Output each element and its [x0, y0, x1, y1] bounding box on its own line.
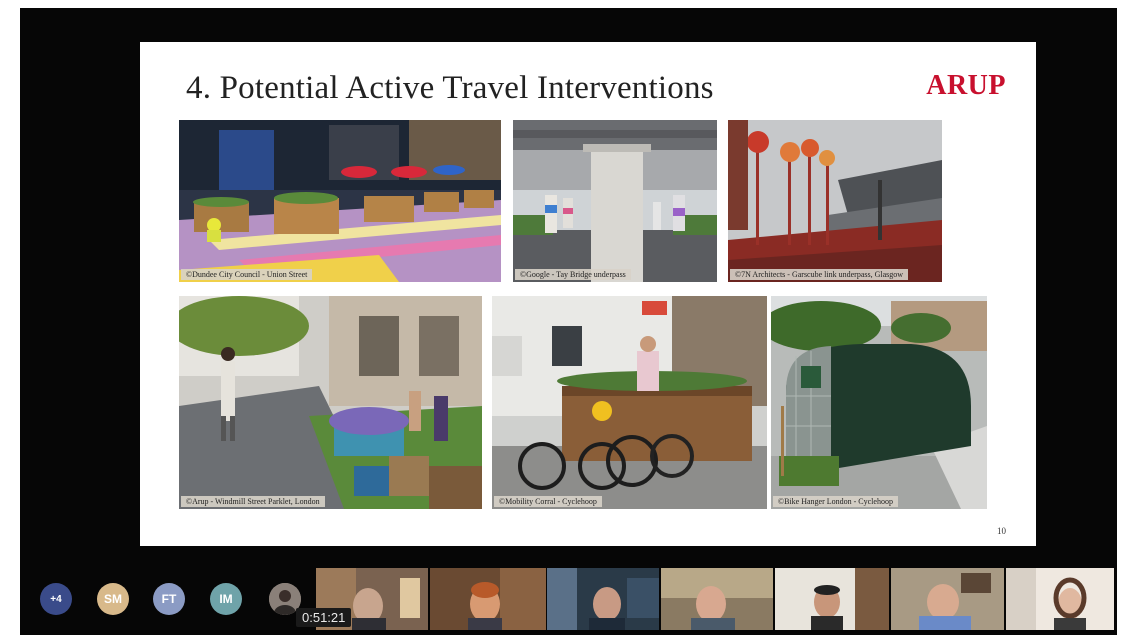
participant-video-tile[interactable]	[661, 568, 773, 630]
call-timer: 0:51:21	[296, 608, 352, 627]
photo-tay-bridge-underpass: ©Google - Tay Bridge underpass	[513, 120, 717, 282]
photo-caption: ©Google - Tay Bridge underpass	[515, 269, 631, 280]
shared-screen-area: 4. Potential Active Travel Interventions…	[20, 8, 1117, 635]
participant-video-tile[interactable]	[1006, 568, 1114, 630]
participant-video-tile[interactable]	[547, 568, 659, 630]
photo-caption: ©Arup - Windmill Street Parklet, London	[181, 496, 325, 507]
photo-caption: ©Bike Hanger London - Cyclehoop	[773, 496, 898, 507]
slide-page-number: 10	[997, 526, 1006, 536]
participant-video-tile[interactable]	[430, 568, 546, 630]
slide-title: 4. Potential Active Travel Interventions	[186, 70, 714, 106]
presentation-slide: 4. Potential Active Travel Interventions…	[140, 42, 1036, 546]
video-call-window: 4. Potential Active Travel Interventions…	[0, 0, 1127, 638]
photo-windmill-street-parklet: ©Arup - Windmill Street Parklet, London	[179, 296, 482, 509]
participant-avatar[interactable]: SM	[97, 583, 129, 615]
participant-bar: +4 SM FT IM 0:51:21	[0, 568, 1127, 638]
arup-logo: ARUP	[926, 70, 1006, 101]
participant-avatar[interactable]: FT	[153, 583, 185, 615]
photo-union-street: ©Dundee City Council - Union Street	[179, 120, 501, 282]
more-participants-button[interactable]: +4	[40, 583, 72, 615]
participant-avatar[interactable]: IM	[210, 583, 242, 615]
participant-video-tile[interactable]	[775, 568, 889, 630]
participant-video-tile[interactable]	[891, 568, 1004, 630]
photo-garscube-underpass: ©7N Architects - Garscube link underpass…	[728, 120, 942, 282]
photo-caption: ©Mobility Corral - Cyclehoop	[494, 496, 602, 507]
photo-caption: ©7N Architects - Garscube link underpass…	[730, 269, 909, 280]
photo-mobility-corral: ©Mobility Corral - Cyclehoop	[492, 296, 767, 509]
photo-bike-hanger: ©Bike Hanger London - Cyclehoop	[771, 296, 987, 509]
photo-caption: ©Dundee City Council - Union Street	[181, 269, 313, 280]
